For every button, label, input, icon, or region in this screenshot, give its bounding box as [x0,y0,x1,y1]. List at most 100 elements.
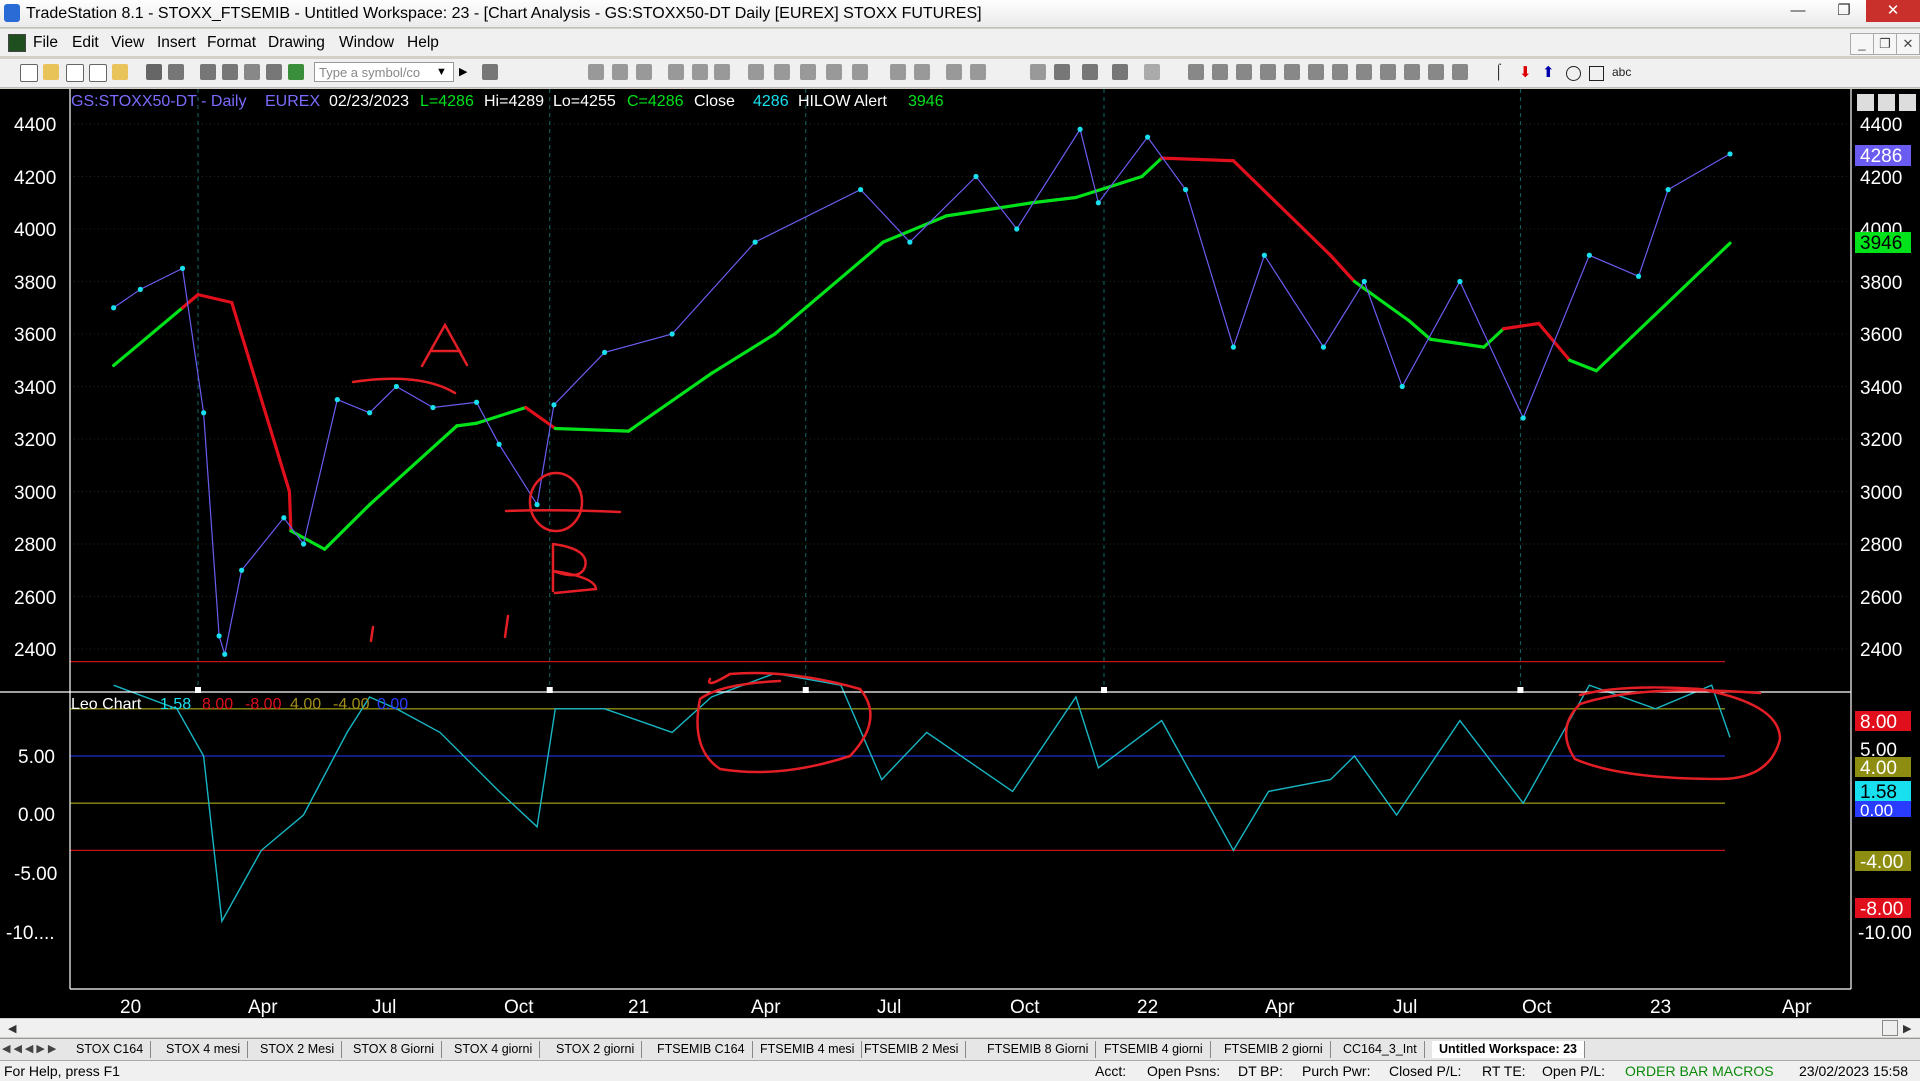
save-icon[interactable] [146,64,162,80]
open-folder-icon[interactable] [43,64,59,80]
tile-icon[interactable] [222,64,238,80]
workspace-tab[interactable]: FTSEMIB 8 Giorni [980,1041,1097,1058]
minimize-button[interactable]: — [1776,0,1820,22]
maximize-button[interactable]: ❐ [1822,0,1866,22]
new-window-icon[interactable] [66,64,84,82]
annotation-a [420,322,469,368]
workspace-tab[interactable]: FTSEMIB 4 giorni [1097,1041,1211,1058]
workspace-tab[interactable]: STOX 2 Mesi [253,1041,343,1058]
radar-screen-icon[interactable] [612,64,628,80]
menu-format[interactable]: Format [207,34,256,52]
close-price-point [1665,187,1671,193]
osc-zero: 0.00 [377,696,408,713]
horizontal-scrollbar[interactable]: ◀ ▶ [0,1018,1920,1037]
copy-window-icon[interactable] [89,64,107,82]
candle-icon[interactable] [826,64,842,80]
arrow-icon[interactable] [1404,64,1420,80]
menu-drawing[interactable]: Drawing [268,34,325,52]
workspace-tab[interactable]: STOX 2 giorni [549,1041,643,1058]
symbol-input[interactable]: Type a symbol/co [314,62,454,82]
workspace-tab[interactable]: STOX 4 mesi [159,1041,249,1058]
mdi-close-button[interactable]: ✕ [1896,33,1920,55]
osc-upper-4: 4.00 [290,696,321,713]
menu-window[interactable]: Window [339,34,394,52]
strategy-icon[interactable] [692,64,708,80]
workspace-tab[interactable]: STOX 8 Giorni [346,1041,443,1058]
trendline-icon[interactable] [1188,64,1204,80]
lock-icon[interactable] [244,64,260,80]
globe-icon[interactable] [288,64,304,80]
alert-icon[interactable] [774,64,790,80]
tools-icon[interactable] [1082,64,1098,80]
scroll-left-arrow-icon[interactable]: ◀ [8,1022,16,1035]
menu-insert[interactable]: Insert [157,34,196,52]
brush-icon[interactable] [1452,64,1468,80]
regression-icon[interactable] [1356,64,1372,80]
down-arrow-icon[interactable]: ⬇ [1519,63,1532,81]
workspace-tab[interactable]: STOX C164 [69,1041,152,1058]
workspace-tab[interactable]: CC164_3_Int [1336,1041,1425,1058]
ellipse-icon[interactable] [1566,66,1581,81]
andrews-pitchfork-icon[interactable] [1332,64,1348,80]
tab-nav-icons[interactable]: ◀◀◀▶▶ [2,1042,59,1055]
gann-icon[interactable] [1284,64,1300,80]
pane-restore-button[interactable] [1878,94,1895,111]
pane-minimize-button[interactable] [1857,94,1874,111]
zoom-in-icon[interactable] [946,64,962,80]
hide-icon[interactable] [1144,64,1160,80]
fibonacci-icon[interactable] [1260,64,1276,80]
scroll-right-arrow-icon[interactable]: ▶ [1903,1022,1911,1035]
status-macros[interactable]: ORDER BAR MACROS [1625,1063,1774,1079]
chart-area[interactable]: GS:STOXX50-DT - Daily EUREX 02/23/2023 L… [0,89,1920,1018]
text-tool[interactable]: abc [1612,65,1631,79]
close-button[interactable]: ✕ [1866,0,1920,22]
vertical-lines-icon[interactable] [1212,64,1228,80]
workspace-tab[interactable]: STOX 4 giorni [447,1041,541,1058]
close-price-badge-text: 4286 [1860,146,1902,167]
workspace-tab[interactable]: FTSEMIB 4 mesi [753,1041,863,1058]
mdi-minimize-button[interactable]: _ [1850,33,1874,55]
scroll-thumb[interactable] [1882,1020,1898,1036]
workspace-tab[interactable]: FTSEMIB 2 Mesi [857,1041,967,1058]
horizontal-lines-icon[interactable] [1236,64,1252,80]
format-icon[interactable] [748,64,764,80]
symbol-dropdown-icon[interactable]: ▼ [436,66,447,78]
zoom-out-icon[interactable] [970,64,986,80]
rectangle-icon[interactable] [1589,66,1604,81]
price-tick: 2800 [1860,535,1902,556]
chart-analysis-icon[interactable] [588,64,604,80]
indicator-icon[interactable] [714,64,730,80]
scroll-left-icon[interactable] [890,64,906,80]
cycle-icon[interactable] [1428,64,1444,80]
speed-lines-icon[interactable] [1308,64,1324,80]
annotation-a-label: A [0,89,11,93]
menu-help[interactable]: Help [407,34,439,52]
data-window-icon[interactable] [1112,64,1128,80]
symbol-lookup-icon[interactable] [482,64,498,80]
new-icon[interactable] [20,64,38,82]
print-icon[interactable] [168,64,184,80]
line-icon[interactable] [852,64,868,80]
mdi-restore-button[interactable]: ❐ [1873,33,1897,55]
menu-file[interactable]: File [33,34,58,52]
menu-view[interactable]: View [111,34,144,52]
scroll-right-icon[interactable] [914,64,930,80]
go-arrow-icon[interactable]: ▶ [459,65,467,78]
scanner-icon[interactable] [668,64,684,80]
bar-icon[interactable] [800,64,816,80]
pointer-icon[interactable] [1030,64,1046,80]
up-arrow-icon[interactable]: ⬆ [1542,63,1555,81]
workspace-tab[interactable]: Untitled Workspace: 23 [1432,1041,1586,1058]
workspace-tab[interactable]: FTSEMIB C164 [650,1041,753,1058]
workspace-icon[interactable] [112,64,128,80]
window-list-icon[interactable] [200,64,216,80]
arc-icon[interactable]: ⌠ [1494,63,1503,80]
pane-close-button[interactable] [1899,94,1916,111]
cascade-icon[interactable] [266,64,282,80]
workspace-tab[interactable]: FTSEMIB 2 giorni [1217,1041,1331,1058]
menu-edit[interactable]: Edit [72,34,99,52]
matrix-icon[interactable] [636,64,652,80]
channel-icon[interactable] [1380,64,1396,80]
crosshair-icon[interactable] [1054,64,1070,80]
time-label: Apr [1265,997,1295,1018]
